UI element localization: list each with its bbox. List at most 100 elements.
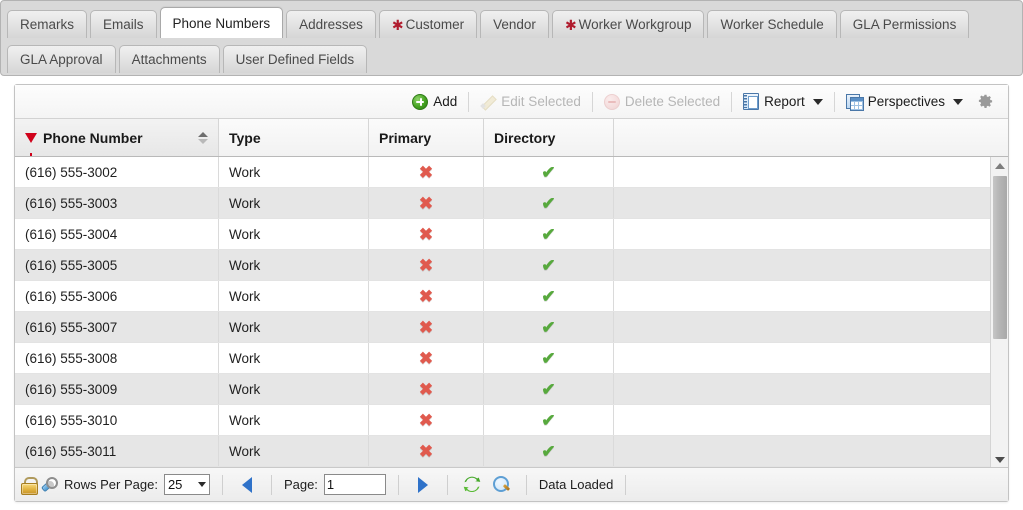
chevron-down-icon[interactable] xyxy=(953,99,963,105)
table-row[interactable]: (616) 555-3005Work✖✔ xyxy=(15,250,1008,281)
tab-vendor[interactable]: Vendor xyxy=(480,10,549,38)
scroll-up-arrow-icon[interactable] xyxy=(991,157,1008,174)
tab-attachments[interactable]: Attachments xyxy=(119,45,220,73)
cell-filler xyxy=(614,250,1008,280)
column-header-primary[interactable]: Primary xyxy=(369,119,484,156)
cell-phone-number: (616) 555-3003 xyxy=(15,188,219,218)
cell-primary: ✖ xyxy=(369,250,484,280)
tab-customer[interactable]: ✱Customer xyxy=(379,10,477,38)
cell-filler xyxy=(614,312,1008,342)
cell-type: Work xyxy=(219,157,369,187)
search-button[interactable] xyxy=(490,474,514,496)
column-header-phone-number[interactable]: Phone Number xyxy=(15,119,219,156)
rows-per-page-value: 25 xyxy=(168,477,182,492)
refresh-button[interactable] xyxy=(460,474,484,496)
tab-emails[interactable]: Emails xyxy=(90,10,157,38)
footer-divider xyxy=(222,475,223,495)
delete-selected-button[interactable]: Delete Selected xyxy=(596,89,728,115)
page-input[interactable] xyxy=(324,474,386,495)
table-row[interactable]: (616) 555-3007Work✖✔ xyxy=(15,312,1008,343)
cell-directory: ✔ xyxy=(484,250,614,280)
cross-icon: ✖ xyxy=(419,381,433,398)
cell-phone-number: (616) 555-3002 xyxy=(15,157,219,187)
cell-type: Work xyxy=(219,312,369,342)
edit-selected-button[interactable]: Edit Selected xyxy=(472,89,589,115)
status-text: Data Loaded xyxy=(539,477,613,492)
toolbar-divider xyxy=(834,92,835,112)
report-button[interactable]: Report xyxy=(735,89,831,115)
tab-addresses[interactable]: Addresses xyxy=(286,10,376,38)
next-page-button[interactable] xyxy=(411,474,435,496)
chevron-down-icon[interactable] xyxy=(813,99,823,105)
column-header-type[interactable]: Type xyxy=(219,119,369,156)
previous-page-button[interactable] xyxy=(235,474,259,496)
perspectives-button[interactable]: Perspectives xyxy=(838,89,971,115)
scroll-down-arrow-icon[interactable] xyxy=(991,451,1008,468)
check-icon: ✔ xyxy=(541,381,555,398)
check-icon: ✔ xyxy=(541,226,555,243)
report-button-label: Report xyxy=(764,94,805,109)
grid-rows: (616) 555-3002Work✖✔(616) 555-3003Work✖✔… xyxy=(15,157,1008,467)
delete-selected-label: Delete Selected xyxy=(625,94,720,109)
scrollbar-thumb[interactable] xyxy=(993,176,1007,339)
footer-divider xyxy=(526,475,527,495)
phone-numbers-panel: Add Edit Selected Delete Selected Report… xyxy=(14,84,1009,502)
tab-label: Customer xyxy=(406,17,465,32)
tab-gla-approval[interactable]: GLA Approval xyxy=(7,45,116,73)
cell-primary: ✖ xyxy=(369,405,484,435)
table-row[interactable]: (616) 555-3010Work✖✔ xyxy=(15,405,1008,436)
cross-icon: ✖ xyxy=(419,443,433,460)
cell-directory: ✔ xyxy=(484,405,614,435)
tab-worker-workgroup[interactable]: ✱Worker Workgroup xyxy=(552,10,705,38)
filter-funnel-icon[interactable] xyxy=(25,133,37,143)
rows-per-page-select[interactable]: 25 xyxy=(164,474,210,495)
column-header-label: Phone Number xyxy=(43,130,143,146)
cell-filler xyxy=(614,343,1008,373)
cell-filler xyxy=(614,219,1008,249)
cell-primary: ✖ xyxy=(369,312,484,342)
required-asterisk-icon: ✱ xyxy=(392,18,404,32)
tab-remarks[interactable]: Remarks xyxy=(7,10,87,38)
perspectives-grid-icon xyxy=(846,94,863,110)
table-row[interactable]: (616) 555-3004Work✖✔ xyxy=(15,219,1008,250)
tab-label: GLA Approval xyxy=(20,52,103,67)
cell-filler xyxy=(614,281,1008,311)
cell-directory: ✔ xyxy=(484,281,614,311)
required-asterisk-icon: ✱ xyxy=(565,18,577,32)
add-circle-icon xyxy=(412,94,428,110)
table-row[interactable]: (616) 555-3009Work ✖ ✔ xyxy=(15,374,1008,405)
settings-button[interactable] xyxy=(971,89,1000,115)
tab-gla-permissions[interactable]: GLA Permissions xyxy=(840,10,970,38)
previous-page-icon xyxy=(242,477,252,493)
column-header-directory[interactable]: Directory xyxy=(484,119,614,156)
gear-icon xyxy=(978,94,993,109)
lock-icon[interactable] xyxy=(21,477,36,493)
table-row[interactable]: (616) 555-3003Work✖✔ xyxy=(15,188,1008,219)
wrench-icon[interactable] xyxy=(42,477,58,493)
grid-body: (616) 555-3002Work✖✔(616) 555-3003Work✖✔… xyxy=(15,157,1008,468)
tab-user-defined-fields[interactable]: User Defined Fields xyxy=(223,45,368,73)
tab-phone-numbers[interactable]: Phone Numbers xyxy=(160,7,284,38)
cell-type: Work xyxy=(219,219,369,249)
vertical-scrollbar[interactable] xyxy=(990,157,1008,468)
search-icon xyxy=(493,476,510,493)
cell-primary: ✖ xyxy=(369,374,484,404)
table-row[interactable]: (616) 555-3011Work✖✔ xyxy=(15,436,1008,467)
cell-directory: ✔ xyxy=(484,436,614,466)
grid-header-row: Phone Number Type Primary Directory xyxy=(15,119,1008,157)
sort-indicator-icon[interactable] xyxy=(198,132,208,144)
cell-phone-number: (616) 555-3008 xyxy=(15,343,219,373)
check-icon: ✔ xyxy=(541,443,555,460)
add-button[interactable]: Add xyxy=(404,89,465,115)
column-header-label: Primary xyxy=(379,130,431,146)
table-row[interactable]: (616) 555-3002Work✖✔ xyxy=(15,157,1008,188)
cross-icon: ✖ xyxy=(419,412,433,429)
cross-icon: ✖ xyxy=(419,164,433,181)
table-row[interactable]: (616) 555-3006Work✖✔ xyxy=(15,281,1008,312)
cell-type: Work xyxy=(219,374,369,404)
cell-phone-number: (616) 555-3009 xyxy=(15,374,219,404)
cell-phone-number: (616) 555-3006 xyxy=(15,281,219,311)
add-button-label: Add xyxy=(433,94,457,109)
table-row[interactable]: (616) 555-3008Work✖✔ xyxy=(15,343,1008,374)
tab-worker-schedule[interactable]: Worker Schedule xyxy=(707,10,836,38)
